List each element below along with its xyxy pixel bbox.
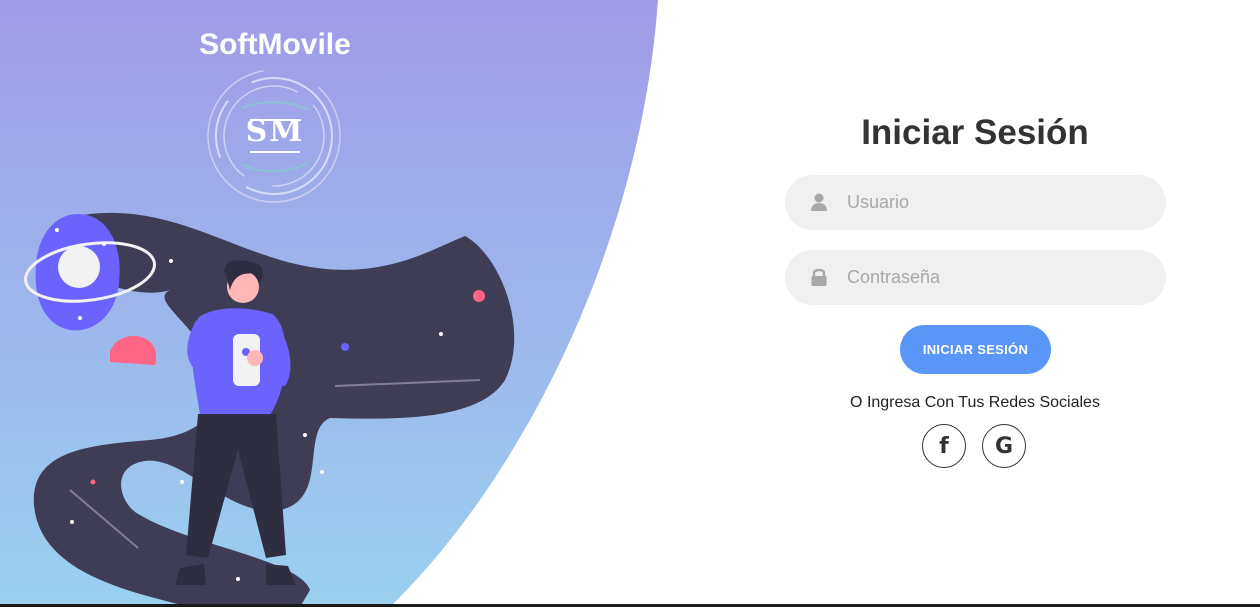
login-page: SoftMovile SM Iniciar Sesión Usuario INI… [0, 0, 1260, 607]
facebook-icon: f [939, 433, 949, 459]
person-with-phone-illustration [24, 212, 515, 607]
pink-planet [110, 335, 157, 365]
user-icon [811, 193, 827, 211]
moon [58, 246, 100, 288]
password-input[interactable] [847, 250, 1147, 305]
login-submit-button[interactable]: INICIAR SESIÓN [900, 325, 1051, 374]
google-icon: G [994, 433, 1014, 459]
small-pink-dot [90, 479, 96, 485]
lock-icon [811, 268, 827, 286]
username-field[interactable] [785, 175, 1166, 230]
pink-dot [473, 290, 485, 302]
social-login-caption: O Ingresa Con Tus Redes Sociales [850, 394, 1100, 411]
google-login-button[interactable]: G [982, 424, 1026, 468]
purple-dot [341, 343, 349, 351]
facebook-login-button[interactable]: f [922, 424, 966, 468]
password-field[interactable] [785, 250, 1166, 305]
login-title: Iniciar Sesión [861, 113, 1089, 152]
username-input[interactable] [847, 175, 1147, 230]
